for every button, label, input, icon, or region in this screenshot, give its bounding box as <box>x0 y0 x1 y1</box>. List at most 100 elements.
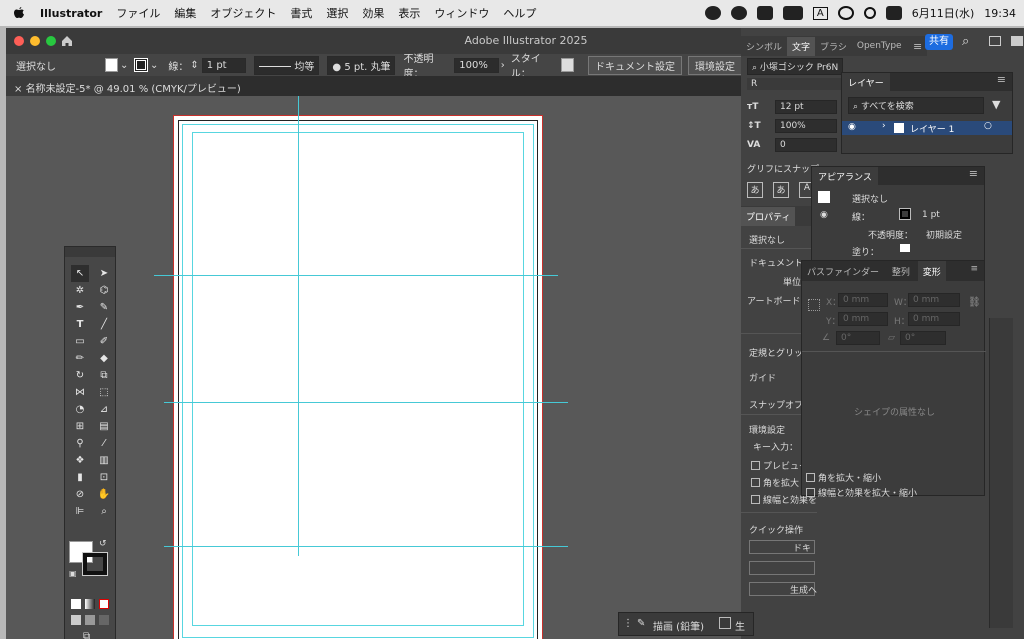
appearance-stroke-value[interactable]: 1 pt <box>922 210 940 220</box>
rectangle-tool-icon[interactable]: ▭ <box>71 333 89 350</box>
appearance-stroke-swatch[interactable] <box>899 208 911 220</box>
close-tab-icon[interactable]: × <box>14 84 26 95</box>
artboard-tool-icon[interactable]: ⊡ <box>95 469 113 486</box>
gradient-tool-icon[interactable]: ▤ <box>95 418 113 435</box>
slice-tool-icon[interactable]: ⊘ <box>71 486 89 503</box>
type-tool-icon[interactable]: T <box>71 316 89 333</box>
reference-point-icon[interactable] <box>808 299 820 311</box>
layers-panel-header[interactable]: レイヤー ≡ <box>842 73 1012 92</box>
hand-tool-icon[interactable]: ✋ <box>95 486 113 503</box>
layer-expand-icon[interactable]: › <box>882 121 886 131</box>
curvature-tool-icon[interactable]: ✎ <box>95 299 113 316</box>
tab-brushes[interactable]: ブラシ <box>815 37 852 56</box>
menu-effect[interactable]: 効果 <box>362 5 384 21</box>
menu-object[interactable]: オブジェクト <box>210 5 276 21</box>
align-tool-icon[interactable]: ⊫ <box>71 503 89 520</box>
fill-dropdown-icon[interactable]: ⌄ <box>120 60 128 71</box>
menu-view[interactable]: 表示 <box>398 5 420 21</box>
shear-field[interactable]: 0° <box>900 331 946 345</box>
scale-tool-icon[interactable]: ⧉ <box>95 367 113 384</box>
battery-icon[interactable] <box>782 6 803 20</box>
font-size-field[interactable]: 12 pt <box>775 100 837 114</box>
menu-window[interactable]: ウィンドウ <box>434 5 489 21</box>
line-icon[interactable] <box>730 6 747 20</box>
scale-corners-checkbox-transform[interactable]: 角を拡大・縮小 <box>806 471 881 484</box>
menu-select[interactable]: 選択 <box>326 5 348 21</box>
artboard[interactable] <box>173 115 543 639</box>
eraser-tool-icon[interactable]: ◆ <box>95 350 113 367</box>
tracking-field[interactable]: 0 <box>775 138 837 152</box>
stroke-dropdown-icon[interactable]: ⌄ <box>150 60 158 71</box>
layers-menu-icon[interactable]: ≡ <box>997 73 1006 86</box>
draw-pencil-button[interactable]: 描画 (鉛筆) <box>653 618 704 633</box>
selection-tool-icon[interactable]: ↖ <box>71 265 89 282</box>
transform-menu-icon[interactable]: ≡ <box>970 264 978 274</box>
input-indicator[interactable]: A <box>812 6 828 20</box>
appearance-panel-header[interactable]: アピアランス ≡ <box>812 167 984 186</box>
appearance-fill-swatch[interactable] <box>900 244 910 252</box>
creative-cloud-icon[interactable] <box>704 6 721 20</box>
eyedropper-tool-icon[interactable]: ⚲ <box>71 435 89 452</box>
snap-xheight-icon[interactable]: あ <box>773 182 789 198</box>
column-graph-tool-icon[interactable]: ▥ <box>95 452 113 469</box>
graphic-style-swatch[interactable] <box>560 58 574 72</box>
share-button[interactable]: 共有 <box>925 34 953 50</box>
appearance-tab[interactable]: アピアランス <box>812 167 878 186</box>
document-tab[interactable]: × 名称未設定-5* @ 49.01 % (CMYK/プレビュー) <box>6 76 241 96</box>
document-setup-button[interactable]: ドキ <box>749 540 815 554</box>
guide-horizontal-3[interactable] <box>164 546 568 547</box>
swap-fill-stroke-icon[interactable]: ↺ <box>99 539 107 549</box>
tab-pathfinder[interactable]: パスファインダー <box>802 261 884 282</box>
tab-character[interactable]: 文字 <box>787 36 816 56</box>
font-family-field[interactable]: ⌕ 小塚ゴシック Pr6N <box>747 58 843 75</box>
blend-tool-icon[interactable]: ⁄ <box>95 435 113 452</box>
line-tool-icon[interactable]: ╱ <box>95 316 113 333</box>
layer-name[interactable]: レイヤー 1 <box>910 122 954 135</box>
search-help-icon[interactable]: ⌕ <box>962 34 969 49</box>
perspective-grid-tool-icon[interactable]: ⊿ <box>95 401 113 418</box>
default-colors-icon[interactable]: ▣ <box>69 569 77 578</box>
menu-app[interactable]: Illustrator <box>40 7 102 20</box>
constrain-proportions-icon[interactable]: ⛓ <box>968 297 981 308</box>
magic-wand-tool-icon[interactable]: ✲ <box>71 282 89 299</box>
w-field[interactable]: 0 mm <box>908 293 960 307</box>
direct-selection-tool-icon[interactable]: ➤ <box>95 265 113 282</box>
draw-behind-icon[interactable] <box>85 615 95 625</box>
tab-properties[interactable]: プロパティ <box>741 206 796 226</box>
wifi-icon[interactable] <box>837 6 854 20</box>
preview-checkbox[interactable]: プレビュー <box>751 459 808 472</box>
h-field[interactable]: 0 mm <box>908 312 960 326</box>
draw-inside-icon[interactable] <box>99 615 109 625</box>
appearance-stroke-visibility-icon[interactable]: ◉ <box>820 210 828 220</box>
rotate-field[interactable]: 0° <box>836 331 880 345</box>
scale-strokes-checkbox-transform[interactable]: 線幅と効果を拡大・縮小 <box>806 486 917 499</box>
leading-field[interactable]: 100% <box>775 119 837 133</box>
tools-panel-header[interactable] <box>65 247 115 257</box>
free-transform-tool-icon[interactable]: ⬚ <box>95 384 113 401</box>
pen-tool-icon[interactable]: ✒ <box>71 299 89 316</box>
tab-opentype[interactable]: OpenType <box>852 38 907 54</box>
stroke-stepper-icon[interactable]: ⇕ <box>190 60 198 71</box>
menu-type[interactable]: 書式 <box>290 5 312 21</box>
variable-width-profile[interactable]: 均等 <box>254 55 320 75</box>
rotate-tool-icon[interactable]: ↻ <box>71 367 89 384</box>
zoom-tool-icon[interactable]: ⌕ <box>95 503 113 520</box>
preferences-button[interactable]: 環境設定 <box>688 55 742 75</box>
generate-button[interactable]: 生成へ <box>749 582 817 596</box>
document-settings-button[interactable]: ドキュメント設定 <box>588 55 682 75</box>
scale-corners-checkbox[interactable]: 角を拡大・ <box>751 476 808 489</box>
filter-icon[interactable]: ▼ <box>992 98 1000 111</box>
layers-tab[interactable]: レイヤー <box>842 73 890 92</box>
layer-row[interactable]: ◉ › レイヤー 1 ○ <box>842 121 1012 135</box>
stroke-color-swatch[interactable] <box>82 552 108 576</box>
menubar-date[interactable]: 6月11日(水) <box>912 5 975 21</box>
canvas-area[interactable]: ↖ ➤ ✲ ⌬ ✒ ✎ T ╱ ▭ ✐ ✏ ◆ ↻ ⧉ ⋈ ⬚ ◔ ⊿ ⊞ ▤ <box>6 96 742 639</box>
generate-icon[interactable] <box>719 617 731 629</box>
search-icon[interactable] <box>863 7 876 19</box>
font-style-field[interactable]: R <box>747 78 843 90</box>
pencil-icon[interactable]: ✎ <box>637 618 645 629</box>
fill-swatch[interactable] <box>104 58 118 72</box>
menu-help[interactable]: ヘルプ <box>503 5 536 21</box>
screen-mode-icon[interactable]: ⧉ <box>83 631 90 639</box>
shape-builder-tool-icon[interactable]: ◔ <box>71 401 89 418</box>
